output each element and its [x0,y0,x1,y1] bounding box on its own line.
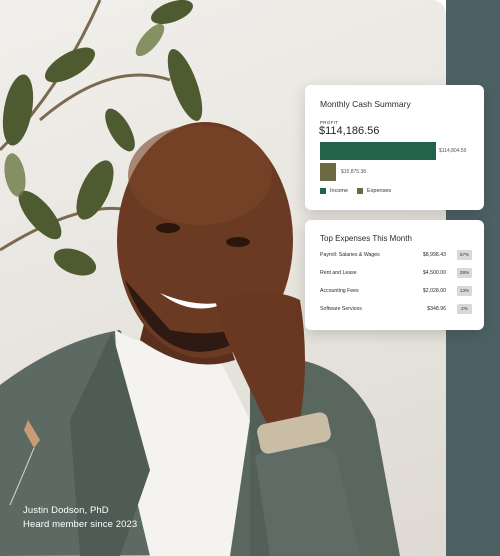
profit-value: $114,186.56 [319,125,380,137]
expense-name: Accounting Fees [320,288,359,294]
expense-amount: $2,028.00 [422,288,446,294]
legend-expenses-label: Expenses [367,188,392,194]
expense-amount: $4,500.00 [422,270,446,276]
expense-name: Payroll: Salaries & Wages [320,252,380,258]
card-title: Monthly Cash Summary [320,99,411,109]
expenses-swatch [357,188,363,194]
expense-percent-badge: 57% [457,250,472,260]
legend-income-label: Income [330,188,349,194]
expense-amount: $348.96 [427,306,446,312]
monthly-cash-summary-card: Monthly Cash Summary PROFIT $114,186.56 … [305,85,484,210]
expenses-value: $15,875.38 [341,169,367,175]
caption-membership: Heard member since 2023 [23,519,138,530]
income-bar [320,142,436,160]
expense-percent-badge: 13% [457,286,472,296]
expense-name: Software Services [320,306,362,312]
expense-percent-badge: 2% [457,304,472,314]
legend-income: Income [320,188,348,194]
expense-name: Rent and Lease [320,270,357,276]
caption-name: Justin Dodson, PhD [23,505,109,516]
income-value: $114,804.59 [439,148,467,154]
income-swatch [320,188,326,194]
expense-row: Software Services $348.96 2% [320,304,472,315]
expense-percent-badge: 28% [457,268,472,278]
top-expenses-card: Top Expenses This Month Payroll: Salarie… [305,220,484,330]
card-title: Top Expenses This Month [320,234,412,243]
photo-caption: Justin Dodson, PhD Heard member since 20… [23,504,137,532]
expenses-bar [320,163,336,181]
legend-expenses: Expenses [357,188,391,194]
expense-amount: $8,998.43 [422,252,446,258]
expense-row: Accounting Fees $2,028.00 13% [320,286,472,297]
expense-row: Rent and Lease $4,500.00 28% [320,268,472,279]
expense-row: Payroll: Salaries & Wages $8,998.43 57% [320,250,472,261]
